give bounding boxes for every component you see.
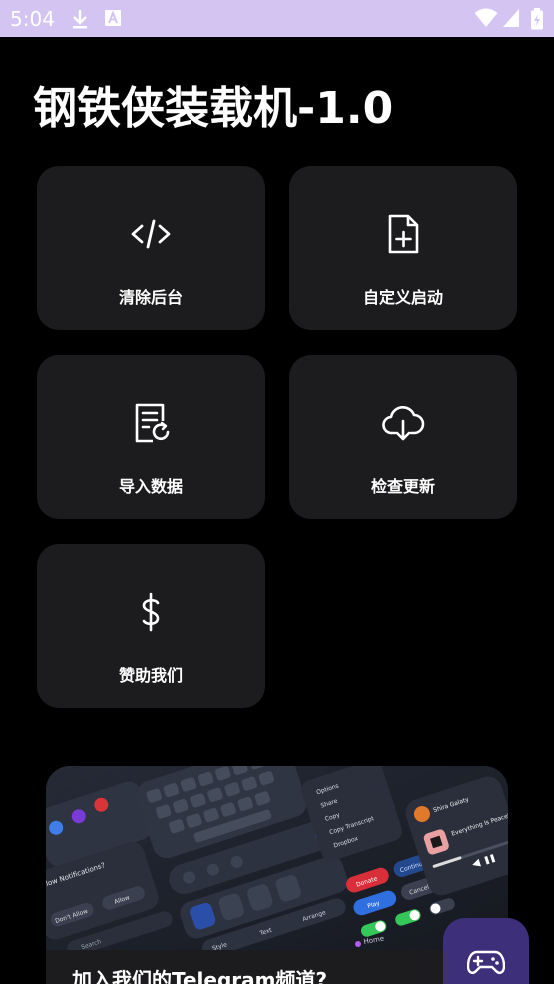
tile-label: 赞助我们: [118, 666, 183, 685]
status-bar: 5:04: [0, 0, 554, 37]
battery-icon: [530, 8, 544, 34]
game-fab-button[interactable]: [443, 918, 529, 984]
tile-label: 检查更新: [370, 477, 435, 496]
tile-label: 清除后台: [118, 288, 183, 307]
tile-label: 导入数据: [118, 477, 183, 496]
check-updates-button[interactable]: 检查更新: [289, 355, 517, 519]
page-title: 钢铁侠装载机-1.0: [33, 83, 394, 134]
import-data-button[interactable]: 导入数据: [37, 355, 265, 519]
code-icon: [129, 212, 173, 256]
text-a-icon: [104, 8, 122, 32]
wifi-icon: [474, 8, 498, 32]
telegram-join-text: 加入我们的Telegram频道?: [72, 968, 328, 984]
tile-label: 自定义启动: [362, 288, 443, 307]
download-icon: [70, 8, 90, 34]
sponsor-button[interactable]: 赞助我们: [37, 544, 265, 708]
dollar-icon: [129, 590, 173, 634]
banner-caption-bar: 加入我们的Telegram频道?: [46, 950, 508, 984]
signal-icon: [502, 8, 520, 32]
custom-launch-button[interactable]: 自定义启动: [289, 166, 517, 330]
telegram-banner[interactable]: Allow Notifications? Don't Allow Allow S…: [46, 766, 508, 984]
gamepad-icon: [467, 950, 505, 974]
status-time: 5:04: [10, 7, 55, 31]
document-refresh-icon: [129, 401, 173, 445]
clear-background-button[interactable]: 清除后台: [37, 166, 265, 330]
banner-ui-mockup-image: Allow Notifications? Don't Allow Allow S…: [46, 766, 508, 952]
cloud-download-icon: [381, 401, 425, 445]
file-plus-icon: [381, 212, 425, 256]
